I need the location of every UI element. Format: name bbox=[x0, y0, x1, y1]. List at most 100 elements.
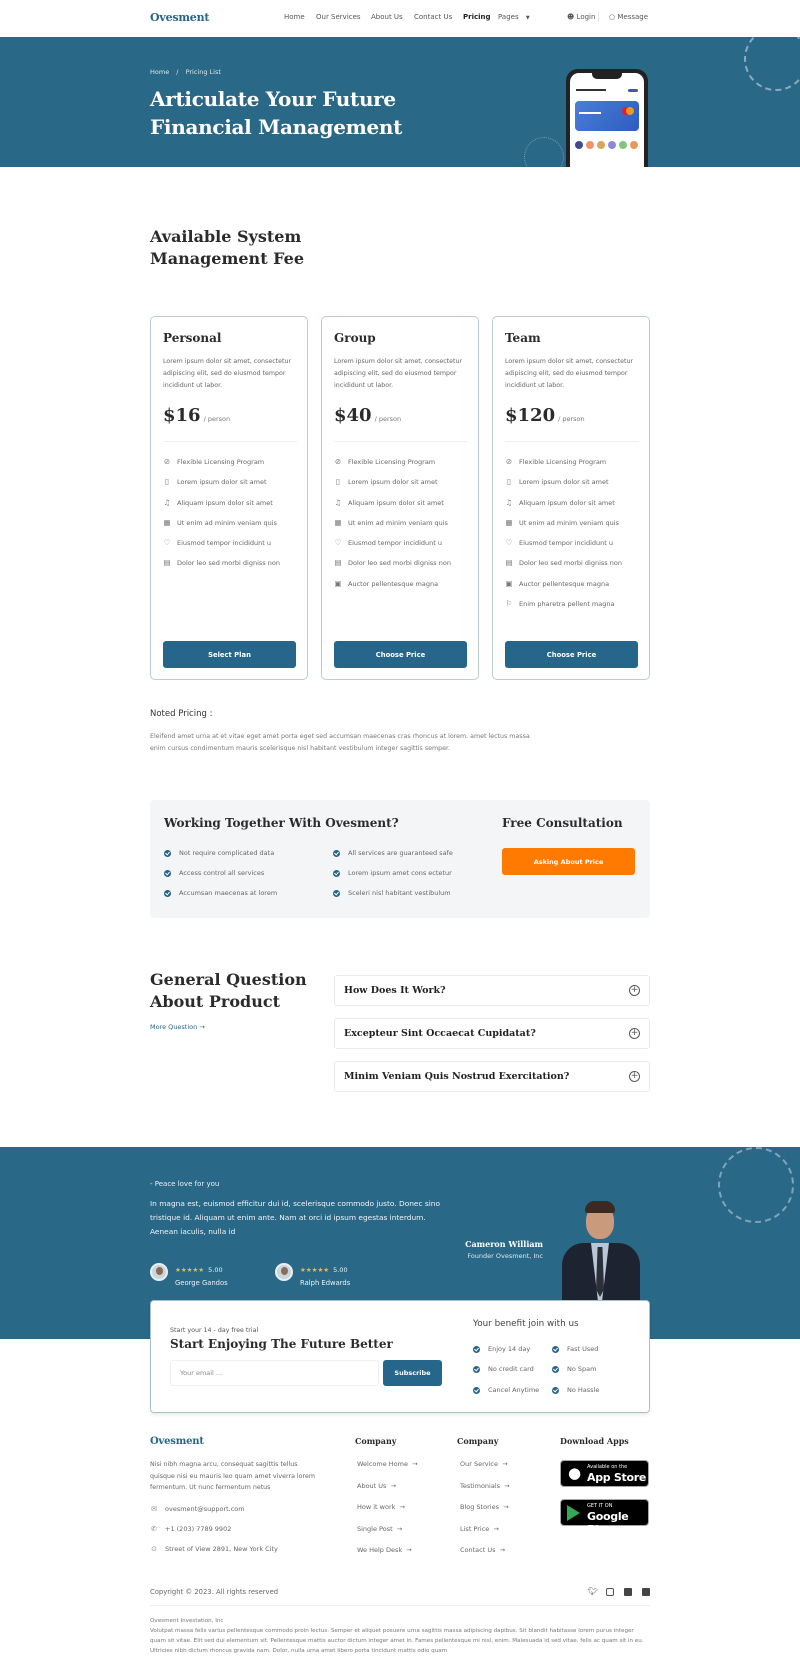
feature-item: ▦ Ut enim ad minim veniam quis bbox=[505, 517, 619, 527]
noted-pricing-text: Eleifend amet urna at et vitae eget amet… bbox=[150, 733, 530, 752]
arrow-right-icon: → bbox=[406, 1546, 412, 1554]
plan-price: $40/ person bbox=[334, 405, 402, 426]
feature-item: ⊘ Flexible Licensing Program bbox=[505, 457, 607, 467]
asking-about-price-button[interactable]: Asking About Price bbox=[502, 848, 635, 875]
faq-item[interactable]: Minim Veniam Quis Nostrud Exercitation? + bbox=[334, 1061, 650, 1092]
feature-item: ♫ Aliquam ipsum dolor sit amet bbox=[334, 497, 444, 507]
benefit-item: No Hassle bbox=[552, 1386, 599, 1394]
benefits-title: Your benefit join with us bbox=[473, 1319, 579, 1329]
contact-email[interactable]: ✉ ovesment@support.com bbox=[150, 1505, 245, 1513]
footer-link[interactable]: Welcome Home → bbox=[357, 1460, 418, 1468]
pricing-section-title: Available System Management Fee bbox=[150, 227, 304, 268]
feature-item: ♫ Aliquam ipsum dolor sit amet bbox=[163, 497, 273, 507]
footer-link[interactable]: Single Post → bbox=[357, 1525, 402, 1533]
message-link[interactable]: ○ Message bbox=[609, 13, 648, 21]
nav-our-services[interactable]: Our Services bbox=[316, 13, 361, 21]
google-play-icon bbox=[567, 1505, 580, 1521]
footer-link[interactable]: List Price → bbox=[460, 1525, 499, 1533]
check-circle-icon bbox=[552, 1386, 559, 1394]
mail-icon: ✉ bbox=[151, 1505, 157, 1513]
keyboard-icon: ▤ bbox=[505, 558, 513, 568]
nav-home[interactable]: Home bbox=[284, 13, 305, 21]
location-pin-icon: ⊙ bbox=[151, 1545, 157, 1553]
check-circle-icon bbox=[552, 1345, 559, 1353]
nav-pricing[interactable]: Pricing bbox=[463, 13, 491, 21]
decorative-burst bbox=[718, 1147, 794, 1223]
check-circle-icon bbox=[164, 889, 171, 897]
twitter-icon[interactable]: 🐦︎ bbox=[588, 1587, 598, 1596]
free-consultation-title: Free Consultation bbox=[502, 816, 623, 830]
reviewer: ★★★★★ 5.00 George Gandos bbox=[150, 1257, 228, 1287]
benefit-item: Enjoy 14 day bbox=[473, 1345, 530, 1353]
feature-item: ▣ Auctor pellentesque magna bbox=[334, 578, 439, 588]
copyright: Copyright © 2023. All rights reserved bbox=[150, 1588, 279, 1596]
chevron-down-icon: ▼ bbox=[525, 15, 530, 21]
faq-item[interactable]: Excepteur Sint Occaecat Cupidatat? + bbox=[334, 1018, 650, 1049]
plus-circle-icon[interactable]: + bbox=[629, 1071, 640, 1082]
email-input[interactable]: Your email ... bbox=[170, 1360, 379, 1386]
apple-icon: ● bbox=[568, 1464, 582, 1482]
footer-link[interactable]: Our Service → bbox=[460, 1460, 508, 1468]
login-link[interactable]: ☻ Login bbox=[567, 13, 595, 21]
check-item: Not require complicated data bbox=[164, 849, 274, 857]
nav-pages[interactable]: Pages ▼ bbox=[498, 13, 530, 21]
contact-address: ⊙ Street of View 2891, New York City bbox=[151, 1545, 278, 1553]
heart-icon: ♡ bbox=[163, 538, 171, 548]
footer-link[interactable]: Contact Us → bbox=[460, 1546, 505, 1554]
benefit-item: Cancel Anytime bbox=[473, 1386, 539, 1394]
youtube-icon[interactable] bbox=[624, 1588, 632, 1596]
footer-link[interactable]: About Us → bbox=[357, 1482, 396, 1490]
feature-item: ▣ Auctor pellentesque magna bbox=[505, 578, 610, 588]
plan-description: Lorem ipsum dolor sit amet, consectetur … bbox=[334, 358, 463, 389]
facebook-icon[interactable] bbox=[642, 1588, 650, 1596]
download-apps-title: Download Apps bbox=[560, 1436, 629, 1446]
check-circle-icon bbox=[473, 1365, 480, 1373]
legal-text: Ovesment Investation, Inc Volutpat massa … bbox=[150, 1618, 644, 1654]
footer-link[interactable]: We Help Desk → bbox=[357, 1546, 412, 1554]
nav-contact-us[interactable]: Contact Us bbox=[414, 13, 452, 21]
plan-name: Personal bbox=[163, 331, 222, 345]
footer-logo[interactable]: Ovesment bbox=[150, 1436, 204, 1447]
compass-icon: ⊘ bbox=[334, 457, 342, 466]
bell-icon: ♫ bbox=[163, 497, 171, 507]
breadcrumb-home[interactable]: Home bbox=[150, 68, 169, 76]
footer-link[interactable]: Blog Stories → bbox=[460, 1503, 509, 1511]
footer-link[interactable]: How it work → bbox=[357, 1503, 405, 1511]
select-plan-button[interactable]: Select Plan bbox=[163, 641, 296, 668]
choose-price-button[interactable]: Choose Price bbox=[334, 641, 467, 668]
arrow-right-icon: → bbox=[493, 1525, 499, 1533]
breadcrumb-separator: / bbox=[176, 68, 179, 76]
choose-price-button[interactable]: Choose Price bbox=[505, 641, 638, 668]
logo[interactable]: Ovesment bbox=[150, 11, 209, 24]
feature-item: ▤ Dolor leo sed morbi digniss non bbox=[163, 558, 280, 568]
heart-icon: ♡ bbox=[334, 538, 342, 548]
plus-circle-icon[interactable]: + bbox=[629, 1028, 640, 1039]
feature-item: ▯ Lorem ipsum dolor sit amet bbox=[335, 477, 438, 487]
more-question-link[interactable]: More Question → bbox=[150, 1023, 205, 1031]
feature-item: ▦ Ut enim ad minim veniam quis bbox=[334, 517, 448, 527]
page-title: Articulate Your Future Financial Manageme… bbox=[150, 87, 403, 139]
bell-icon: ♫ bbox=[505, 497, 513, 507]
check-item: All services are guaranteed safe bbox=[333, 849, 453, 857]
avatar bbox=[275, 1263, 293, 1281]
flag-icon: ⚐ bbox=[505, 599, 513, 609]
nav-about-us[interactable]: About Us bbox=[371, 13, 403, 21]
founder-info: Cameron William Founder Ovesment, Inc bbox=[465, 1239, 543, 1260]
footer-link[interactable]: Testimonials → bbox=[460, 1482, 510, 1490]
arrow-right-icon: → bbox=[396, 1525, 403, 1533]
feature-item: ♡ Eiusmod tempor incididunt u bbox=[334, 538, 442, 548]
phone-icon: ✆ bbox=[151, 1525, 157, 1533]
app-store-badge[interactable]: ● Available on the App Store bbox=[560, 1460, 649, 1487]
check-circle-icon bbox=[333, 849, 340, 857]
instagram-icon[interactable] bbox=[606, 1588, 614, 1596]
check-circle-icon bbox=[473, 1345, 480, 1353]
avatar bbox=[150, 1263, 168, 1281]
plus-circle-icon[interactable]: + bbox=[629, 985, 640, 996]
faq-item[interactable]: How Does It Work? + bbox=[334, 975, 650, 1006]
divider bbox=[334, 441, 468, 442]
contact-phone[interactable]: ✆ +1 (203) 7789 9902 bbox=[150, 1525, 231, 1533]
feature-item: ▯ Lorem ipsum dolor sit amet bbox=[506, 477, 609, 487]
check-circle-icon bbox=[333, 889, 340, 897]
subscribe-button[interactable]: Subscribe bbox=[383, 1360, 442, 1386]
google-play-badge[interactable]: GET IT ON Google Play bbox=[560, 1499, 649, 1536]
